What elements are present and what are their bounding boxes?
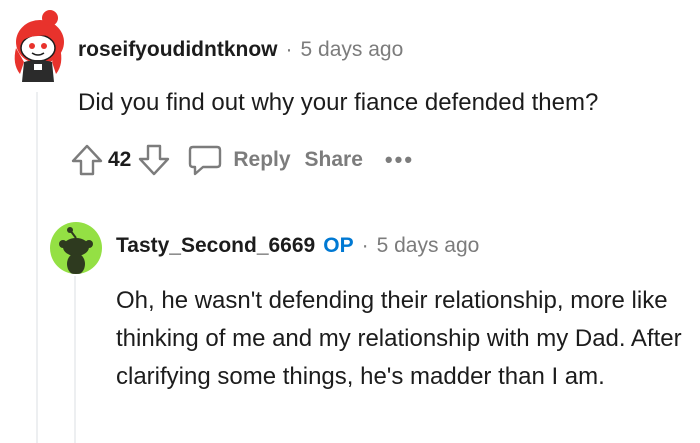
username-link[interactable]: Tasty_Second_6669 [116,234,315,258]
timestamp-link[interactable]: 5 days ago [301,38,404,62]
avatar[interactable] [50,222,102,274]
comment-body: Did you find out why your fiance defende… [78,89,599,116]
comment-body: Oh, he wasn't defending their relationsh… [116,287,682,390]
comment-header: roseifyoudidntknow · 5 days ago [78,38,403,62]
op-badge: OP [323,234,354,257]
upvote-icon[interactable] [68,141,106,179]
timestamp-link[interactable]: 5 days ago [377,234,480,258]
separator-dot: · [361,234,369,257]
reply-button[interactable]: Reply [187,143,291,177]
separator-dot: · [285,38,293,61]
vote-score: 42 [108,148,132,171]
thread-line[interactable] [36,92,38,443]
snoo-avatar-icon [59,227,93,274]
username-link[interactable]: roseifyoudidntknow [78,38,278,62]
share-button[interactable]: Share [305,148,363,172]
more-icon[interactable]: ••• [385,147,414,173]
comment-header: Tasty_Second_6669 OP · 5 days ago [116,234,479,258]
downvote-icon[interactable] [135,141,173,179]
comment-actions: 42 Reply Share ••• [68,138,414,182]
reply-bubble-icon [189,145,222,176]
reply-label: Reply [233,148,291,171]
share-label: Share [304,148,363,171]
avatar[interactable] [10,8,66,84]
thread-line-nested[interactable] [74,276,76,443]
snoo-avatar-icon [14,10,64,82]
